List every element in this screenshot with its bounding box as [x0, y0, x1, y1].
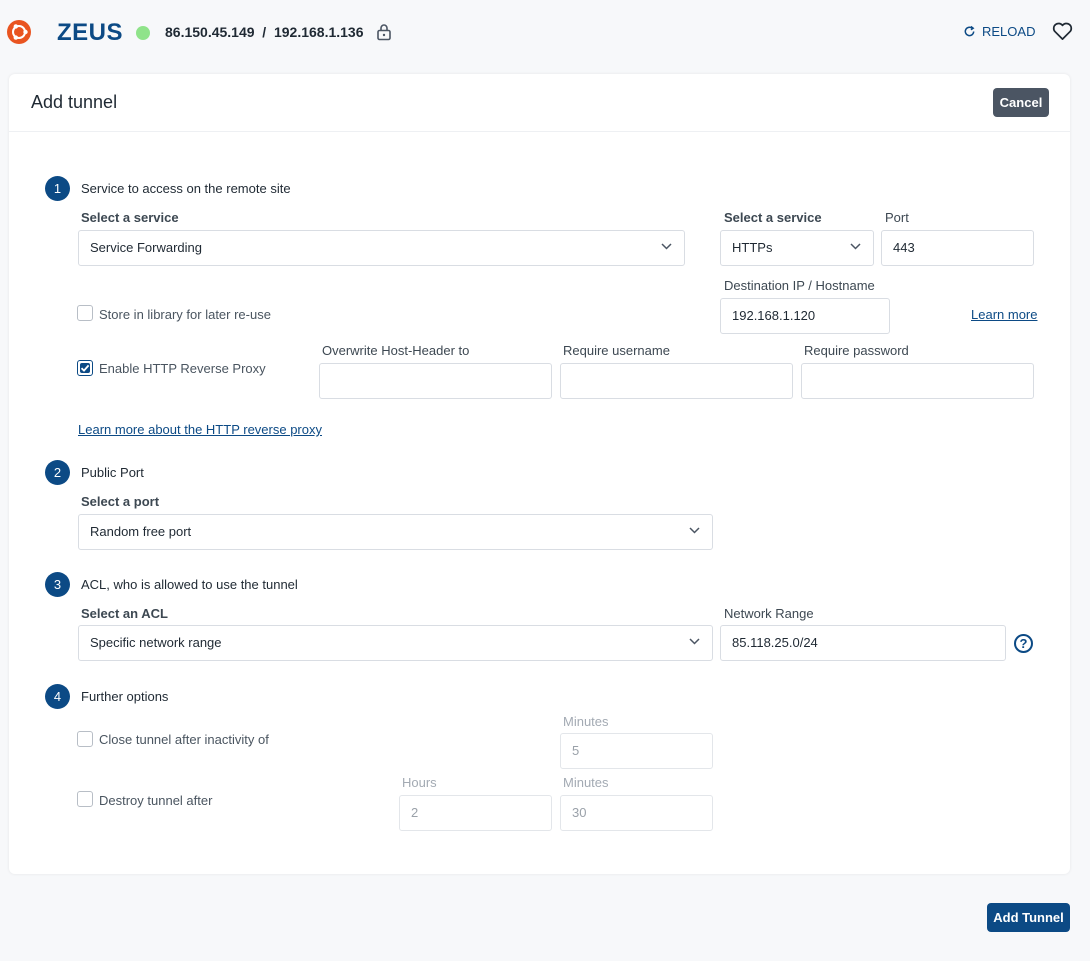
chevron-down-icon [689, 527, 700, 534]
protocol-label: Select a service [724, 210, 822, 225]
step-1-badge: 1 [45, 176, 70, 201]
page-title: Add tunnel [31, 92, 118, 112]
step-4-title: Further options [81, 689, 169, 704]
top-bar: ZEUS 86.150.45.149 / 192.168.1.136 RELOA… [0, 0, 1090, 64]
public-port-label: Select a port [81, 494, 160, 509]
password-input[interactable] [801, 363, 1034, 399]
inactivity-label: Close tunnel after inactivity of [99, 732, 269, 747]
destroy-minutes-input[interactable]: 30 [560, 795, 713, 831]
chevron-down-icon [661, 243, 672, 250]
store-library-label: Store in library for later re-use [99, 307, 271, 322]
password-label: Require password [804, 343, 909, 358]
service-select[interactable]: Service Forwarding [78, 230, 685, 266]
step-3-badge: 3 [45, 572, 70, 597]
acl-select-value: Specific network range [90, 635, 222, 650]
protocol-select-value: HTTPs [732, 240, 773, 255]
destroy-hours-input[interactable]: 2 [399, 795, 552, 831]
reverse-proxy-checkbox[interactable] [77, 360, 93, 376]
acl-label: Select an ACL [81, 606, 168, 621]
username-input[interactable] [560, 363, 793, 399]
add-tunnel-card: Add tunnel Cancel 1 Service to access on… [9, 74, 1070, 874]
ubuntu-logo-icon [7, 20, 31, 44]
reverse-proxy-learn-more-link[interactable]: Learn more about the HTTP reverse proxy [78, 422, 322, 437]
reverse-proxy-label: Enable HTTP Reverse Proxy [99, 361, 266, 376]
destroy-checkbox[interactable] [77, 791, 93, 807]
add-tunnel-button[interactable]: Add Tunnel [987, 903, 1070, 932]
favorite-heart-icon[interactable] [1052, 22, 1073, 46]
destroy-minutes-label: Minutes [563, 775, 609, 790]
cancel-button[interactable]: Cancel [993, 88, 1049, 117]
network-range-input[interactable]: 85.118.25.0/24 [720, 625, 1006, 661]
destination-input[interactable]: 192.168.1.120 [720, 298, 890, 334]
port-label: Port [885, 210, 909, 225]
reload-icon [964, 25, 975, 37]
step-1-title: Service to access on the remote site [81, 181, 291, 196]
card-header: Add tunnel Cancel [9, 74, 1070, 132]
service-label: Select a service [81, 210, 179, 225]
step-2-badge: 2 [45, 460, 70, 485]
inactivity-minutes-input[interactable]: 5 [560, 733, 713, 769]
protocol-select[interactable]: HTTPs [720, 230, 874, 266]
destination-label: Destination IP / Hostname [724, 278, 875, 293]
host-name: ZEUS [57, 19, 124, 46]
ip-addresses: 86.150.45.149 / 192.168.1.136 [165, 24, 364, 40]
online-status-icon [136, 26, 150, 40]
inactivity-checkbox[interactable] [77, 731, 93, 747]
step-3-title: ACL, who is allowed to use the tunnel [81, 577, 298, 592]
host-header-input[interactable] [319, 363, 552, 399]
step-4-badge: 4 [45, 684, 70, 709]
lock-icon[interactable] [376, 23, 392, 46]
destroy-hours-label: Hours [402, 775, 437, 790]
acl-select[interactable]: Specific network range [78, 625, 713, 661]
service-select-value: Service Forwarding [90, 240, 202, 255]
port-input[interactable]: 443 [881, 230, 1034, 266]
chevron-down-icon [850, 243, 861, 250]
host-header-label: Overwrite Host-Header to [322, 343, 470, 358]
inactivity-minutes-label: Minutes [563, 714, 609, 729]
store-library-checkbox[interactable] [77, 305, 93, 321]
reload-button[interactable]: RELOAD [963, 24, 1035, 39]
network-range-label: Network Range [724, 606, 814, 621]
chevron-down-icon [689, 638, 700, 645]
public-port-select-value: Random free port [90, 524, 192, 539]
help-question-icon[interactable]: ? [1014, 634, 1033, 653]
public-port-select[interactable]: Random free port [78, 514, 713, 550]
learn-more-link[interactable]: Learn more [971, 307, 1037, 322]
reload-label: RELOAD [982, 24, 1036, 39]
checkmark-icon [80, 364, 90, 372]
destroy-label: Destroy tunnel after [99, 793, 213, 808]
step-2-title: Public Port [81, 465, 144, 480]
username-label: Require username [563, 343, 670, 358]
